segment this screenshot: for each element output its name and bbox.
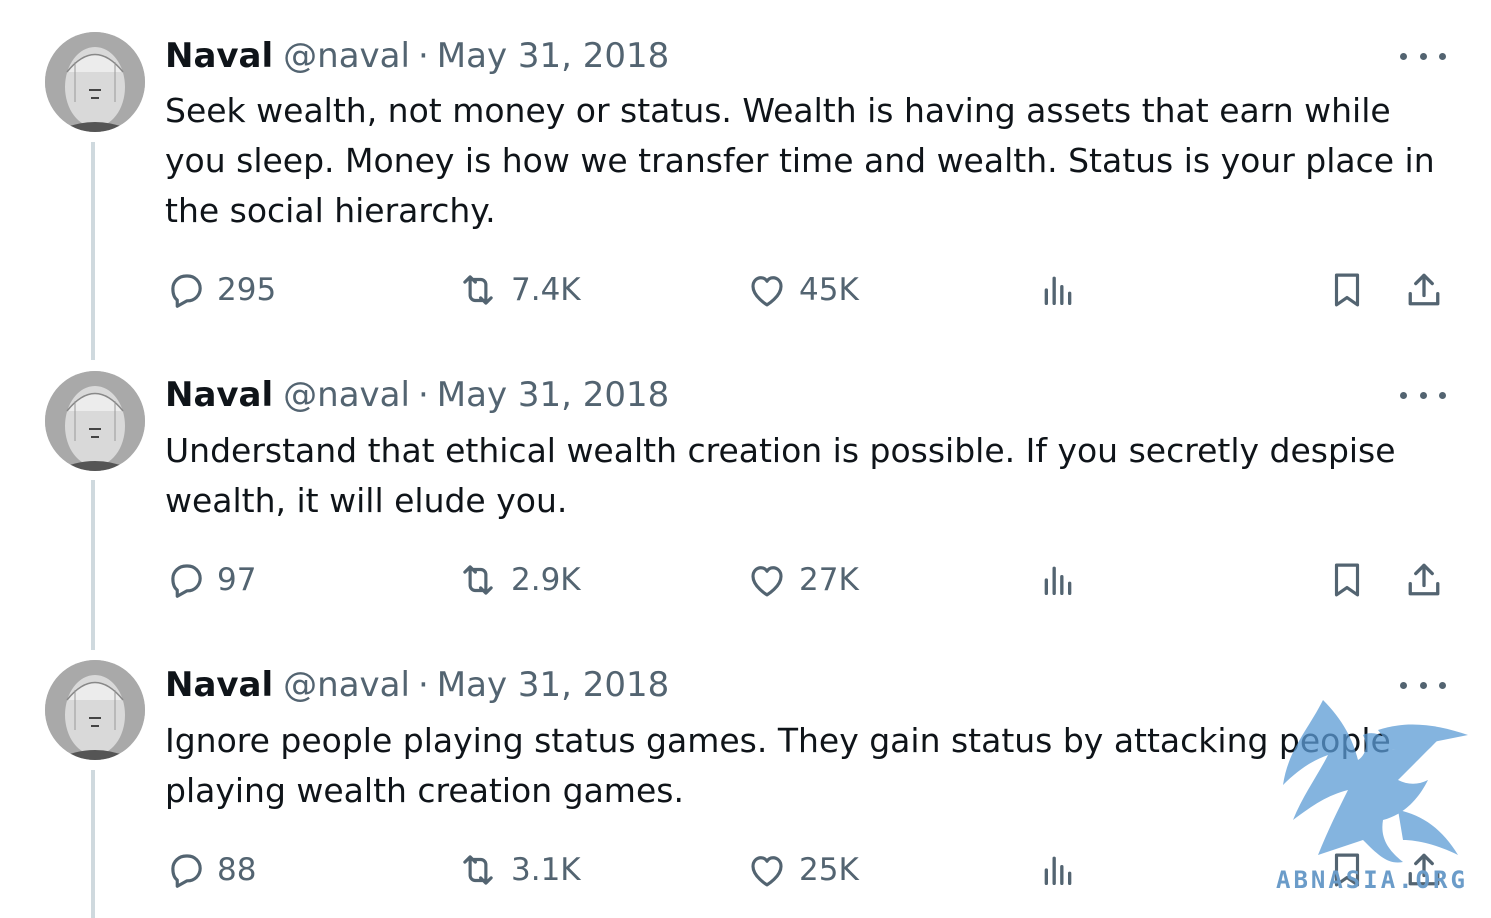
reply-button[interactable]: 295 xyxy=(165,268,276,312)
upload-share-icon xyxy=(1408,273,1440,306)
avatar-face-icon xyxy=(45,660,145,760)
like-button[interactable]: 25K xyxy=(745,848,859,892)
bookmark-icon xyxy=(1334,273,1360,307)
like-count: 27K xyxy=(799,562,859,598)
tweet-1[interactable]: Naval @naval · May 31, 2018 Seek wealth,… xyxy=(0,0,1491,360)
heart-icon xyxy=(751,856,783,887)
ellipsis-icon xyxy=(1400,681,1407,689)
separator: · xyxy=(417,665,429,705)
tweet-text: Ignore people playing status games. They… xyxy=(165,721,1391,810)
avatar[interactable] xyxy=(45,660,145,760)
repost-count: 2.9K xyxy=(511,562,581,598)
avatar-face-icon xyxy=(45,371,145,471)
repost-count: 7.4K xyxy=(511,272,581,308)
views-button[interactable] xyxy=(1038,268,1078,312)
like-button[interactable]: 45K xyxy=(745,268,859,312)
avatar[interactable] xyxy=(45,371,145,471)
tweet-date[interactable]: May 31, 2018 xyxy=(437,34,670,78)
heart-icon xyxy=(751,276,783,307)
tweet-text: Understand that ethical wealth creation … xyxy=(165,431,1396,520)
bookmark-icon xyxy=(1334,563,1360,597)
bar-chart-icon xyxy=(1044,856,1072,885)
author-name[interactable]: Naval xyxy=(165,34,273,78)
tweet-text: Seek wealth, not money or status. Wealth… xyxy=(165,91,1435,230)
upload-share-icon xyxy=(1408,563,1440,596)
tweet-header: Naval @naval · May 31, 2018 xyxy=(165,373,669,417)
share-button[interactable] xyxy=(1402,268,1446,312)
repost-arrows-icon xyxy=(463,855,493,885)
bookmark-button[interactable] xyxy=(1326,268,1368,312)
reply-count: 295 xyxy=(217,272,277,308)
repost-arrows-icon xyxy=(463,565,493,595)
share-button[interactable] xyxy=(1402,558,1446,602)
speech-bubble-icon xyxy=(171,854,202,888)
bar-chart-icon xyxy=(1044,566,1072,595)
author-handle[interactable]: @naval xyxy=(283,663,410,707)
reply-count: 97 xyxy=(217,562,257,598)
thread-line xyxy=(91,142,95,360)
reply-count: 88 xyxy=(217,852,257,888)
thread-line xyxy=(91,480,95,650)
bar-chart-icon xyxy=(1044,276,1072,305)
watermark-text: ABNASIA.ORG xyxy=(1276,866,1468,894)
reply-button[interactable]: 88 xyxy=(165,848,256,892)
author-name[interactable]: Naval xyxy=(165,373,273,417)
more-options-button[interactable] xyxy=(1400,46,1446,66)
views-button[interactable] xyxy=(1038,848,1078,892)
like-count: 45K xyxy=(799,272,859,308)
repost-arrows-icon xyxy=(463,275,493,305)
separator: · xyxy=(417,36,429,76)
views-button[interactable] xyxy=(1038,558,1078,602)
speech-bubble-icon xyxy=(171,564,202,598)
like-button[interactable]: 27K xyxy=(745,558,859,602)
more-options-button[interactable] xyxy=(1400,385,1446,405)
author-handle[interactable]: @naval xyxy=(283,373,410,417)
separator: · xyxy=(417,375,429,415)
avatar-face-icon xyxy=(45,32,145,132)
ellipsis-icon xyxy=(1400,52,1407,60)
tweet-2[interactable]: Naval @naval · May 31, 2018 Understand t… xyxy=(0,340,1491,650)
speech-bubble-icon xyxy=(171,274,202,308)
author-name[interactable]: Naval xyxy=(165,663,273,707)
tweet-date[interactable]: May 31, 2018 xyxy=(437,373,670,417)
like-count: 25K xyxy=(799,852,859,888)
repost-count: 3.1K xyxy=(511,852,581,888)
thread-line xyxy=(91,770,95,918)
heart-icon xyxy=(751,566,783,597)
ellipsis-icon xyxy=(1400,391,1407,399)
repost-button[interactable]: 7.4K xyxy=(455,268,581,312)
author-handle[interactable]: @naval xyxy=(283,34,410,78)
reply-button[interactable]: 97 xyxy=(165,558,256,602)
bookmark-button[interactable] xyxy=(1326,558,1368,602)
tweet-header: Naval @naval · May 31, 2018 xyxy=(165,34,669,78)
tweet-date[interactable]: May 31, 2018 xyxy=(437,663,670,707)
repost-button[interactable]: 3.1K xyxy=(455,848,581,892)
avatar[interactable] xyxy=(45,32,145,132)
repost-button[interactable]: 2.9K xyxy=(455,558,581,602)
tweet-header: Naval @naval · May 31, 2018 xyxy=(165,663,669,707)
